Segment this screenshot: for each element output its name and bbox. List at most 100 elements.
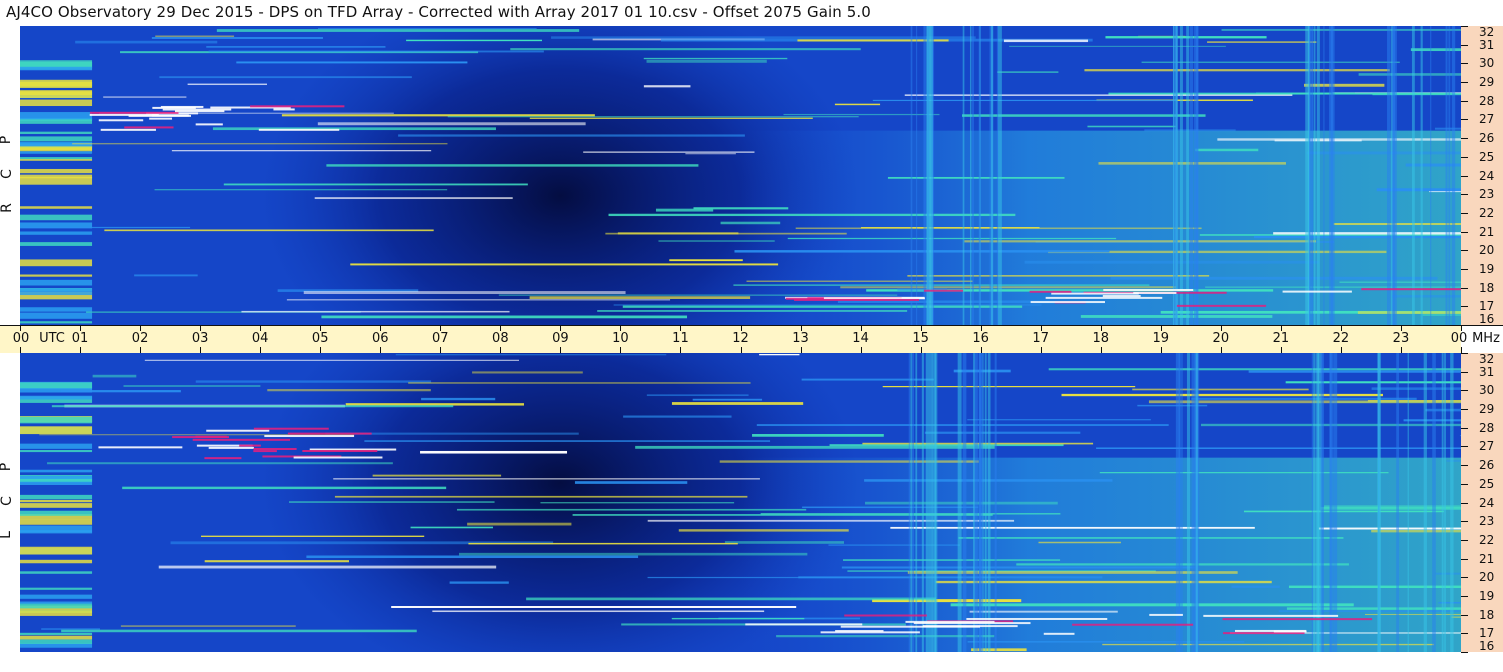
mhz-tick-mark	[1461, 595, 1468, 597]
band-segment	[432, 610, 765, 613]
mhz-tick-mark	[1461, 465, 1468, 467]
band-segment	[1448, 26, 1451, 325]
mhz-tick-label: 18	[1479, 607, 1495, 622]
mhz-tick-label: 19	[1479, 588, 1495, 603]
lcp-spectrogram-image	[20, 353, 1461, 652]
band-segment	[333, 478, 760, 480]
utc-tick-label: 03	[191, 331, 209, 346]
band-segment	[20, 112, 93, 120]
band-segment	[20, 499, 93, 503]
band-segment	[829, 444, 1064, 447]
band-segment	[1045, 296, 1163, 299]
band-segment	[1304, 83, 1385, 87]
band-segment	[1333, 223, 1461, 226]
band-segment	[1009, 45, 1226, 47]
band-segment	[398, 134, 745, 137]
band-segment	[253, 450, 277, 453]
band-segment	[926, 26, 929, 325]
utc-tick-label: 08	[492, 331, 509, 346]
band-segment	[1445, 26, 1448, 325]
mhz-unit-label: MHz	[1472, 331, 1500, 346]
band-segment	[75, 40, 218, 44]
band-segment	[20, 279, 93, 286]
band-segment	[924, 289, 964, 292]
mhz-tick-mark	[1461, 306, 1468, 308]
band-segment	[745, 623, 863, 626]
band-segment	[98, 446, 183, 449]
band-segment	[1423, 353, 1427, 652]
band-segment	[613, 304, 1042, 306]
mhz-tick-mark	[1461, 100, 1468, 102]
band-segment	[20, 426, 93, 435]
mhz-tick-mark	[1461, 390, 1468, 392]
band-segment	[1203, 614, 1339, 617]
utc-tick-mark	[920, 347, 922, 353]
band-segment	[529, 117, 813, 119]
utc-tick-label: 16	[972, 331, 989, 346]
band-segment	[250, 105, 345, 108]
band-segment	[154, 189, 448, 191]
utc-unit-label: UTC	[39, 331, 65, 346]
band-segment	[1282, 290, 1352, 293]
band-segment	[1313, 353, 1316, 652]
band-segment	[123, 385, 261, 387]
utc-tick-mark	[260, 347, 262, 353]
mhz-tick-label: 19	[1479, 261, 1495, 276]
band-segment	[20, 635, 93, 640]
band-segment	[990, 26, 994, 325]
mhz-tick-label: 23	[1479, 514, 1495, 529]
mhz-tick-mark	[1461, 268, 1468, 270]
utc-tick-label: 02	[131, 331, 149, 346]
band-segment	[1195, 148, 1259, 152]
mhz-tick-mark	[1461, 82, 1468, 84]
panel-divider	[0, 325, 1503, 326]
band-segment	[20, 136, 93, 142]
band-segment	[1422, 314, 1461, 316]
rcp-frequency-axis: 32 31 30 29 28 27 26 25 24 23 22 21 20 19 18 17 16	[1461, 25, 1503, 326]
band-segment	[997, 71, 1059, 73]
mhz-tick-mark	[1461, 558, 1468, 560]
mhz-tick-mark	[1461, 231, 1468, 233]
band-segment	[1329, 353, 1334, 652]
band-segment	[910, 353, 913, 652]
band-segment	[303, 291, 626, 295]
band-segment	[801, 378, 934, 381]
band-segment	[1102, 643, 1435, 646]
band-segment	[350, 263, 779, 266]
band-segment	[172, 436, 230, 439]
band-segment	[20, 131, 93, 135]
band-segment	[22, 226, 191, 229]
band-segment	[1434, 127, 1461, 130]
band-segment	[158, 565, 497, 569]
band-segment	[420, 450, 568, 454]
band-segment	[20, 274, 93, 277]
band-segment	[529, 296, 751, 299]
band-segment	[1176, 26, 1178, 325]
utc-tick-mark	[1040, 347, 1042, 353]
band-segment	[692, 398, 763, 401]
band-segment	[449, 581, 509, 584]
utc-tick-label: 00	[12, 331, 30, 346]
band-segment	[236, 61, 468, 64]
band-segment	[840, 286, 1177, 289]
band-segment	[149, 117, 173, 120]
band-segment	[1191, 397, 1417, 400]
band-segment	[1099, 472, 1389, 474]
band-segment	[1029, 290, 1072, 293]
band-segment	[685, 153, 736, 155]
band-segment	[395, 354, 667, 356]
band-segment	[1253, 235, 1461, 239]
band-segment	[643, 57, 788, 60]
band-segment	[860, 227, 1040, 229]
mhz-tick-mark	[1461, 287, 1468, 289]
mhz-tick-mark	[1461, 353, 1468, 354]
band-segment	[921, 353, 924, 652]
band-segment	[984, 353, 987, 652]
band-segment	[1371, 529, 1461, 533]
mhz-tick-label: 31	[1479, 37, 1495, 52]
band-segment	[92, 374, 137, 378]
band-segment	[925, 353, 929, 652]
band-segment	[957, 353, 962, 652]
band-segment	[20, 307, 93, 312]
mhz-tick-label: 21	[1479, 551, 1495, 566]
